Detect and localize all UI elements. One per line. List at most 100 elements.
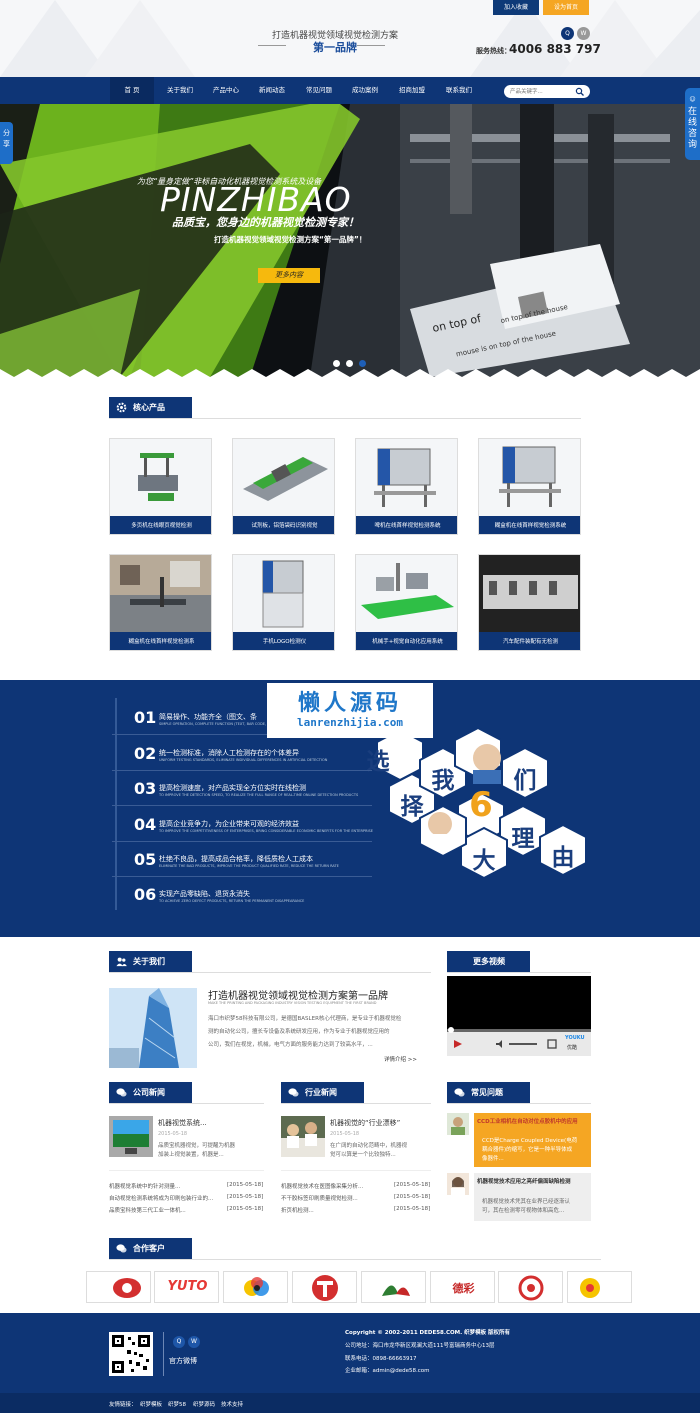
company-news-date: [2015-05-18] xyxy=(227,1194,264,1200)
slide-dot-3[interactable] xyxy=(359,360,366,367)
product-card[interactable]: 糊盒机在线首样视觉检测系统 xyxy=(478,438,581,535)
share-tab[interactable]: 分享 xyxy=(0,122,13,164)
reason-number: 06 xyxy=(134,885,157,904)
banner-subheadline: 打造机器视觉领域视觉检测方案“第一品牌”！ xyxy=(214,235,367,244)
company-news-title: 公司新闻 xyxy=(109,1082,192,1103)
product-card[interactable]: 试剂板，铝箔袋码识别视觉 xyxy=(232,438,335,535)
nav-cases[interactable]: 成功案例 xyxy=(343,77,387,104)
volume-slider[interactable] xyxy=(509,1043,537,1045)
product-card[interactable]: 多页机在线眼页视觉检测 xyxy=(109,438,212,535)
weibo-icon[interactable]: W xyxy=(577,27,590,40)
page: 加入收藏 设为首页 打造机器视觉领域视觉检测方案 第一品牌 Q W 服务热线： … xyxy=(0,0,700,1413)
partner-logo[interactable] xyxy=(498,1271,563,1303)
company-news-featured-title[interactable]: 机器视觉系统... xyxy=(158,1118,207,1128)
reason-subtitle: UNIFORM TESTING STANDARDS, ELIMINATE IND… xyxy=(159,758,328,762)
product-card[interactable]: 啤机在线首样视觉检测系统 xyxy=(355,438,458,535)
reason-hex-char-highlight: 6 xyxy=(469,785,493,825)
video-progress[interactable] xyxy=(447,1029,591,1032)
nav-faq[interactable]: 常见问题 xyxy=(297,77,341,104)
company-news-divider xyxy=(109,1170,264,1171)
faq-answer: CCD是Charge Coupled Device(电荷 xyxy=(482,1138,578,1144)
nav-contact[interactable]: 联系我们 xyxy=(437,77,481,104)
slide-dot-1[interactable] xyxy=(333,360,340,367)
partner-logo[interactable] xyxy=(361,1271,426,1303)
partner-logo[interactable] xyxy=(292,1271,357,1303)
reason-divider xyxy=(112,805,372,806)
nav-home[interactable]: 首 页 xyxy=(110,77,154,104)
industry-news-item[interactable]: 不干胶标签印刷质量视觉检测... xyxy=(281,1194,358,1202)
partner-logo[interactable] xyxy=(223,1271,288,1303)
company-news-item[interactable]: 机器视觉系统中的针对测量... xyxy=(109,1182,180,1190)
friend-link[interactable]: 织梦模板 xyxy=(140,1400,162,1408)
industry-news-featured-desc: 在广阔的自动化范畴中，机器视 xyxy=(330,1143,408,1149)
reason-number: 05 xyxy=(134,850,157,869)
weibo-icon[interactable]: W xyxy=(188,1336,200,1348)
about-text-line: 海口市织梦58科技有限公司，是德国BASLER核心代理商，是专业于机器视觉检 xyxy=(208,1016,402,1022)
industry-news-item[interactable]: 折页机检测... xyxy=(281,1206,314,1214)
chat-bubbles-icon xyxy=(116,1088,127,1097)
search-input[interactable] xyxy=(510,85,574,98)
product-caption: 手机LOGO检测仪 xyxy=(233,632,334,650)
industry-news-featured-title[interactable]: 机器视觉的“行业漂移” xyxy=(330,1118,400,1128)
product-card[interactable]: 糊盒机在线首样视觉检测系 xyxy=(109,554,212,651)
faq-card[interactable]: 机器视觉技术应用之亮纤偏面缺陷检测 机器视觉技术凭其在业界已经逐渐认 可，其在检… xyxy=(474,1173,591,1221)
contact-email: 企业邮箱：admin@dede58.com xyxy=(345,1368,430,1374)
online-consult-tab[interactable]: ☺ 在线咨询 xyxy=(685,88,700,160)
friend-link[interactable]: 织梦58 xyxy=(168,1400,186,1408)
reason-divider xyxy=(112,770,372,771)
video-rule xyxy=(447,972,591,973)
product-card[interactable]: 手机LOGO检测仪 xyxy=(232,554,335,651)
product-image xyxy=(233,555,334,632)
set-homepage-link[interactable]: 设为首页 xyxy=(543,0,589,15)
fullscreen-icon[interactable] xyxy=(547,1039,557,1049)
users-icon xyxy=(116,957,127,967)
weibo-label[interactable]: 官方微博 xyxy=(169,1356,197,1366)
qzone-icon[interactable]: Q xyxy=(173,1336,185,1348)
industry-news-thumb[interactable] xyxy=(281,1116,325,1157)
copyright: Copyright © 2002-2011 DEDE58.COM. 织梦模板 版… xyxy=(345,1330,511,1336)
nav-join[interactable]: 招商加盟 xyxy=(390,77,434,104)
company-news-item[interactable]: 自动视觉检测系统将成为印刷包装行业的... xyxy=(109,1194,213,1202)
industry-news-item[interactable]: 机器视觉技术在医图像采集分析... xyxy=(281,1182,363,1190)
play-icon[interactable] xyxy=(453,1039,463,1049)
search-icon[interactable] xyxy=(575,87,585,97)
partner-logo[interactable] xyxy=(567,1271,632,1303)
reason-number: 02 xyxy=(134,744,157,763)
product-caption: 机械手+视觉自动化应用系统 xyxy=(356,632,457,650)
product-card[interactable]: 汽车配件装配有无检测 xyxy=(478,554,581,651)
partner-logo[interactable] xyxy=(86,1271,151,1303)
product-image xyxy=(479,439,580,516)
company-news-item[interactable]: 品质宝科技第三代工业一体机... xyxy=(109,1206,186,1214)
watermark-cn: 懒人源码 xyxy=(297,691,402,716)
video-player[interactable]: YOUKU 优酷 xyxy=(447,976,591,1056)
video-progress-handle[interactable] xyxy=(448,1027,454,1033)
partner-logo-decai[interactable]: 德彩 xyxy=(430,1271,495,1303)
banner-more-button[interactable]: 更多内容 xyxy=(258,268,320,283)
company-news-thumb[interactable] xyxy=(109,1116,153,1157)
video-controls: YOUKU 优酷 xyxy=(447,1032,591,1056)
company-news-date: [2015-05-18] xyxy=(227,1206,264,1212)
product-card[interactable]: 机械手+视觉自动化应用系统 xyxy=(355,554,458,651)
industry-news-date: [2015-05-18] xyxy=(394,1206,431,1212)
volume-icon[interactable] xyxy=(495,1039,505,1049)
about-heading: 打造机器视觉领域视觉检测方案第一品牌 xyxy=(208,991,388,1002)
nav-about[interactable]: 关于我们 xyxy=(158,77,202,104)
add-favorite-link[interactable]: 加入收藏 xyxy=(493,0,539,15)
reason-divider xyxy=(112,876,372,877)
slide-dot-2[interactable] xyxy=(346,360,353,367)
partner-logo-yuto[interactable]: YUTO xyxy=(154,1271,219,1303)
products-rule xyxy=(109,418,581,419)
reason-title: 杜绝不良品，提高成品合格率，降低质检人工成本 xyxy=(159,855,313,863)
faq-card-active[interactable]: CCD工业相机在自动对位点胶机中的应用 CCD是Charge Coupled D… xyxy=(474,1113,591,1167)
qzone-icon[interactable]: Q xyxy=(561,27,574,40)
company-news-featured-desc: 加装上视觉装置，机器是... xyxy=(158,1152,224,1158)
nav-news[interactable]: 新闻动态 xyxy=(250,77,294,104)
friend-link[interactable]: 织梦源码 xyxy=(193,1400,215,1408)
friend-link[interactable]: 技术支持 xyxy=(221,1400,243,1408)
product-image xyxy=(356,555,457,632)
faq-avatar xyxy=(447,1173,469,1195)
about-more-link[interactable]: 详情介绍 >> xyxy=(384,1055,417,1063)
products-title: 核心产品 xyxy=(109,397,192,418)
site-footer: Q W 官方微博 Copyright © 2002-2011 DEDE58.CO… xyxy=(0,1313,700,1413)
nav-products[interactable]: 产品中心 xyxy=(204,77,248,104)
